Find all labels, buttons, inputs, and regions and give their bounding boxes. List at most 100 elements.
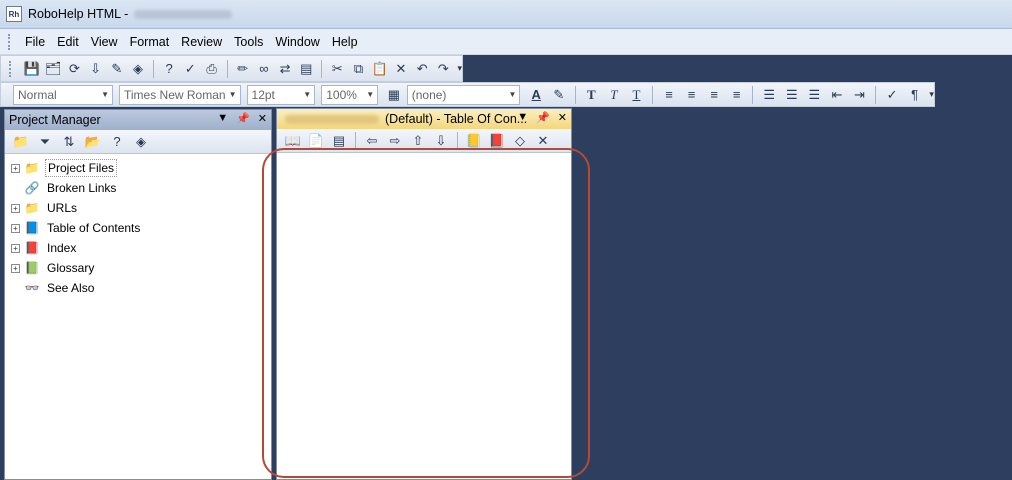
toc-panel-header: (Default) - Table Of Con... ▼ 📌 ✕: [277, 109, 571, 129]
arrow-up-icon[interactable]: ⇧: [408, 131, 428, 151]
tree-item[interactable]: + 📁 URLs: [11, 198, 271, 218]
arrow-down-icon[interactable]: ⇩: [431, 131, 451, 151]
expand-icon[interactable]: +: [11, 203, 20, 213]
align-left-icon[interactable]: ≡: [659, 85, 679, 105]
menu-help[interactable]: Help: [326, 32, 364, 52]
highlight-color-icon[interactable]: ✎: [549, 85, 569, 105]
spell-check-icon[interactable]: ✎: [108, 59, 126, 79]
filter-icon[interactable]: ⏷: [35, 132, 55, 152]
save-all-icon[interactable]: 🗂: [44, 59, 62, 79]
align-right-icon[interactable]: ≡: [704, 85, 724, 105]
menubar-grip-handle[interactable]: [8, 33, 11, 50]
new-page-icon[interactable]: 📄: [306, 131, 326, 151]
binoculars-icon[interactable]: ∞: [255, 59, 273, 79]
style-select[interactable]: Normal ▼: [13, 84, 113, 105]
save-icon[interactable]: 💾: [23, 59, 41, 79]
pin-icon[interactable]: 📌: [236, 112, 250, 125]
expand-icon[interactable]: +: [11, 223, 20, 233]
menu-edit[interactable]: Edit: [51, 32, 85, 52]
abc-check-icon[interactable]: ✓: [181, 59, 199, 79]
notepad-icon[interactable]: ▦: [384, 85, 404, 105]
new-folder-icon[interactable]: 📁: [11, 132, 31, 152]
toolbar-grip-handle[interactable]: [9, 60, 12, 77]
cut-icon[interactable]: ✂: [328, 59, 346, 79]
font-color-icon[interactable]: A: [526, 85, 546, 105]
menu-file[interactable]: File: [19, 32, 51, 52]
pin-icon[interactable]: 📌: [536, 111, 550, 124]
properties-icon[interactable]: ▤: [297, 59, 315, 79]
increase-indent-icon[interactable]: ⇥: [850, 85, 870, 105]
toolbar-separator: [226, 59, 228, 78]
panel-menu-icon[interactable]: ▼: [217, 112, 228, 125]
numbered-list-icon[interactable]: ☰: [759, 85, 779, 105]
underline-icon[interactable]: T: [627, 85, 647, 105]
toc-content-area[interactable]: [277, 153, 571, 479]
arrow-left-icon[interactable]: ⇦: [362, 131, 382, 151]
toc-book-icon[interactable]: 📕: [487, 131, 507, 151]
bullet-list-icon[interactable]: ☰: [782, 85, 802, 105]
auto-create-toc-icon[interactable]: 📒: [464, 131, 484, 151]
tree-item-label: Project Files: [45, 159, 118, 177]
panel-menu-icon[interactable]: ▼: [517, 111, 528, 124]
tree-item[interactable]: 👓 See Also: [11, 278, 271, 298]
menu-format[interactable]: Format: [124, 32, 176, 52]
new-book-icon[interactable]: 📖: [283, 131, 303, 151]
toolbar-overflow-icon[interactable]: ▾: [929, 89, 934, 100]
undo-icon[interactable]: ↶: [413, 59, 431, 79]
toc-delete-icon[interactable]: ✕: [533, 131, 553, 151]
zoom-select[interactable]: 100% ▼: [321, 84, 379, 105]
close-icon[interactable]: ✕: [258, 112, 267, 125]
help-icon[interactable]: ?: [160, 59, 178, 79]
justify-icon[interactable]: ≡: [727, 85, 747, 105]
tree-item[interactable]: + 📁 Project Files: [11, 158, 271, 178]
tree-item[interactable]: + 📗 Glossary: [11, 258, 271, 278]
decrease-indent-icon[interactable]: ⇤: [827, 85, 847, 105]
tree-item[interactable]: 🔗 Broken Links: [11, 178, 271, 198]
help-icon[interactable]: ?: [107, 132, 127, 152]
tree-item[interactable]: + 📘 Table of Contents: [11, 218, 271, 238]
toolbar-separator: [875, 85, 877, 104]
sort-icon[interactable]: ⇅: [59, 132, 79, 152]
index-icon: 📕: [24, 241, 40, 255]
menu-view[interactable]: View: [85, 32, 124, 52]
close-icon[interactable]: ✕: [558, 111, 567, 124]
menu-review[interactable]: Review: [175, 32, 228, 52]
copy-icon[interactable]: ⧉: [349, 59, 367, 79]
replace-icon[interactable]: ⇄: [276, 59, 294, 79]
tree-item-label: Table of Contents: [47, 221, 141, 235]
tree-item-label: Glossary: [47, 261, 95, 275]
delete-icon[interactable]: ✕: [392, 59, 410, 79]
condition-select[interactable]: (none) ▼: [406, 84, 521, 105]
multilevel-list-icon[interactable]: ☰: [805, 85, 825, 105]
arrow-right-icon[interactable]: ⇨: [385, 131, 405, 151]
menu-tools[interactable]: Tools: [228, 32, 269, 52]
toc-properties-icon[interactable]: ▤: [329, 131, 349, 151]
condition-select-value: (none): [411, 87, 447, 102]
url-folder-icon: 📁: [24, 201, 40, 215]
refresh-icon[interactable]: ⟳: [65, 59, 83, 79]
bold-icon[interactable]: T: [582, 85, 602, 105]
pencil-icon[interactable]: ✏: [234, 59, 252, 79]
toolbar-overflow-icon[interactable]: ▾: [457, 63, 462, 74]
menu-window[interactable]: Window: [269, 32, 325, 52]
expand-icon[interactable]: +: [11, 243, 20, 253]
italic-icon[interactable]: T: [604, 85, 624, 105]
print-icon[interactable]: ⎙: [202, 59, 220, 79]
find-icon[interactable]: ◈: [131, 132, 151, 152]
folder-icon[interactable]: 📂: [83, 132, 103, 152]
tree-item-label: Broken Links: [47, 181, 117, 195]
font-size-select[interactable]: 12pt ▼: [246, 84, 316, 105]
spelling-icon[interactable]: ✓: [882, 85, 902, 105]
pilcrow-icon[interactable]: ¶: [905, 85, 925, 105]
paste-icon[interactable]: 📋: [371, 59, 389, 79]
redo-icon[interactable]: ↷: [434, 59, 452, 79]
expand-icon[interactable]: +: [11, 263, 20, 273]
expand-icon[interactable]: +: [11, 163, 20, 173]
find-icon[interactable]: ◈: [129, 59, 147, 79]
align-center-icon[interactable]: ≡: [682, 85, 702, 105]
font-select[interactable]: Times New Roman ▼: [119, 84, 241, 105]
broken-link-icon: 🔗: [24, 181, 40, 195]
toc-sync-icon[interactable]: ◇: [510, 131, 530, 151]
tree-item[interactable]: + 📕 Index: [11, 238, 271, 258]
import-icon[interactable]: ⇩: [87, 59, 105, 79]
